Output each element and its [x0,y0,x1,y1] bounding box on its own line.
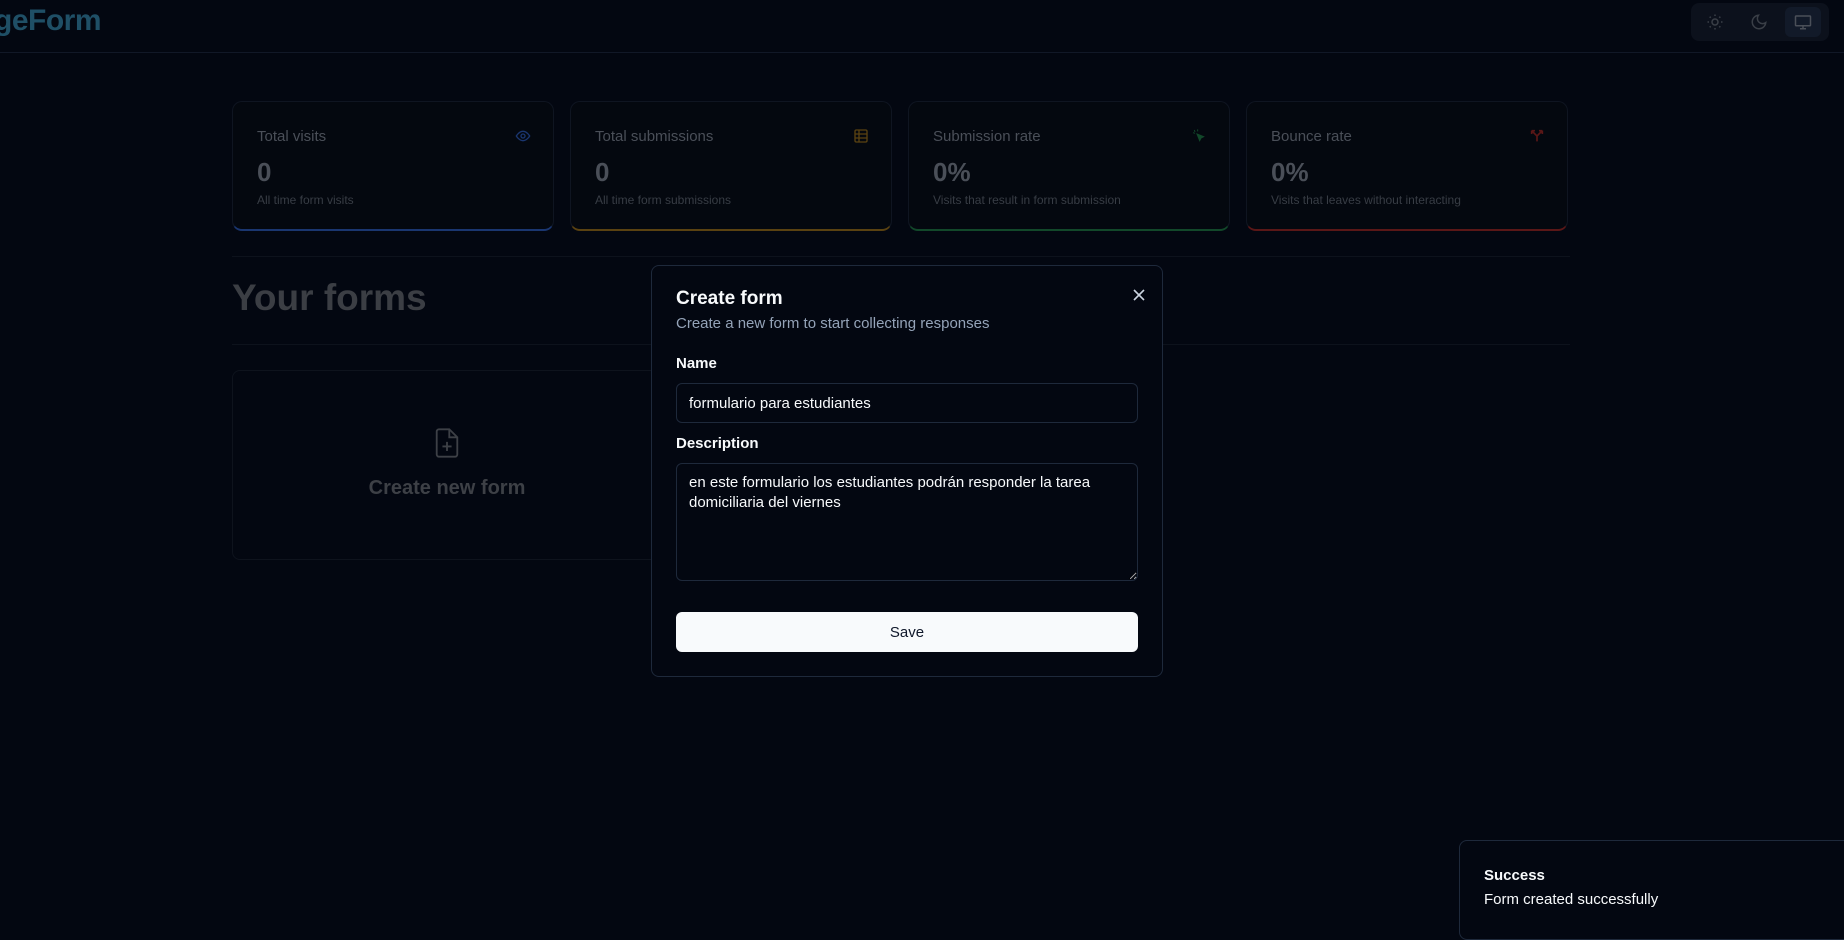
success-toast[interactable]: Success Form created successfully [1459,840,1844,940]
stat-title: Total visits [257,128,327,145]
theme-light-button[interactable] [1697,7,1733,37]
toast-description: Form created successfully [1484,891,1659,908]
toast-title: Success [1484,867,1545,884]
table-icon [854,129,868,143]
divider [232,256,1570,257]
name-input[interactable] [676,383,1138,423]
split-arrow-icon [1530,129,1544,142]
dialog-description: Create a new form to start collecting re… [676,315,990,332]
cursor-click-icon [1192,129,1205,142]
stat-card-total-submissions: Total submissions 0 All time form submis… [570,101,892,231]
eye-icon [515,130,531,142]
create-new-form-label: Create new form [368,477,526,499]
moon-icon [1751,14,1767,30]
stat-card-submission-rate: Submission rate 0% Visits that result in… [908,101,1230,231]
app-logo[interactable]: geForm [0,4,102,38]
page-title: Your forms [232,277,427,318]
create-form-dialog: Create form Create a new form to start c… [651,265,1163,677]
create-new-form-card[interactable]: Create new form [232,370,660,560]
close-button[interactable] [1130,286,1148,304]
file-plus-icon [435,428,459,458]
stat-title: Submission rate [933,128,1041,145]
stat-value: 0 [595,157,610,187]
close-icon [1133,289,1145,301]
sun-icon [1707,14,1723,30]
description-textarea[interactable]: en este formulario los estudiantes podrá… [676,463,1138,581]
stat-card-bounce-rate: Bounce rate 0% Visits that leaves withou… [1246,101,1568,231]
stat-helper: All time form visits [257,193,354,207]
stat-value: 0% [1271,157,1309,187]
monitor-icon [1794,15,1812,30]
name-label: Name [676,355,717,372]
save-button[interactable]: Save [676,612,1138,652]
description-label: Description [676,435,759,452]
theme-system-button[interactable] [1785,7,1821,37]
stat-card-total-visits: Total visits 0 All time form visits [232,101,554,231]
theme-switcher [1691,3,1829,41]
stat-helper: Visits that leaves without interacting [1271,193,1461,207]
stat-helper: Visits that result in form submission [933,193,1121,207]
theme-dark-button[interactable] [1741,7,1777,37]
app-header: geForm [0,0,1844,53]
dialog-title: Create form [676,288,783,309]
stat-value: 0 [257,157,272,187]
stat-helper: All time form submissions [595,193,732,207]
stat-title: Total submissions [595,128,714,145]
stat-title: Bounce rate [1271,128,1352,145]
stat-value: 0% [933,157,971,187]
